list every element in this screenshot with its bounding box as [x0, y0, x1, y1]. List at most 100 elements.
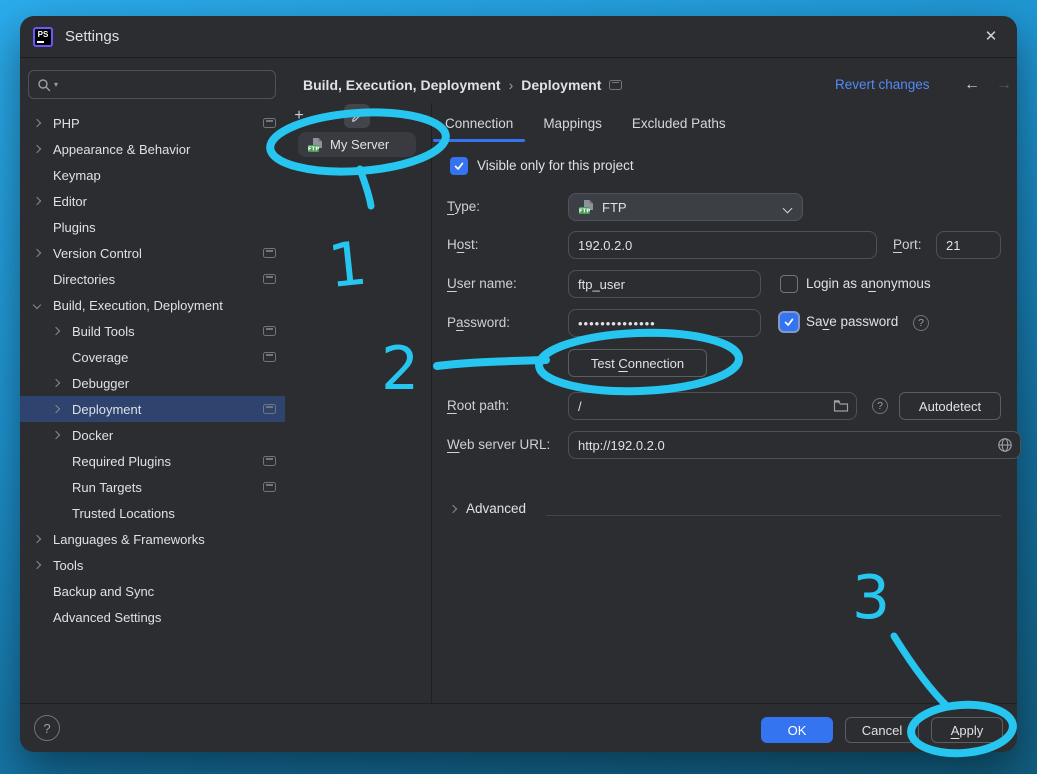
breadcrumb: Build, Execution, Deployment › Deploymen…: [303, 70, 622, 99]
chevron-right-icon[interactable]: [33, 197, 41, 205]
breadcrumb-item[interactable]: Deployment: [521, 77, 601, 93]
save-password-checkbox[interactable]: [780, 313, 798, 331]
tab-excluded-paths[interactable]: Excluded Paths: [632, 112, 726, 142]
sidebar-item-trusted-locations[interactable]: Trusted Locations: [20, 500, 285, 526]
svg-text:FTP: FTP: [308, 146, 319, 152]
project-level-badge-icon: [263, 248, 276, 258]
root-path-input[interactable]: [568, 392, 857, 420]
sidebar-item-label: Tools: [53, 558, 83, 573]
settings-search-box[interactable]: ▾: [28, 70, 276, 99]
sidebar-item-label: Trusted Locations: [72, 506, 175, 521]
cancel-button[interactable]: Cancel: [845, 717, 919, 743]
back-arrow-icon[interactable]: ←: [964, 70, 980, 99]
tab-connection[interactable]: Connection: [445, 112, 513, 142]
apply-button[interactable]: Apply: [931, 717, 1003, 743]
sidebar-item-label: Deployment: [72, 402, 141, 417]
sidebar-item-build-execution-deployment[interactable]: Build, Execution, Deployment: [20, 292, 285, 318]
sidebar-item-backup-and-sync[interactable]: Backup and Sync: [20, 578, 285, 604]
checkmark-icon: [783, 316, 795, 328]
root-path-label: Root path:: [447, 392, 509, 420]
sidebar-item-directories[interactable]: Directories: [20, 266, 285, 292]
chevron-right-icon[interactable]: [33, 249, 41, 257]
sidebar-item-plugins[interactable]: Plugins: [20, 214, 285, 240]
globe-icon[interactable]: [997, 437, 1013, 453]
chevron-down-icon[interactable]: [33, 301, 41, 309]
web-server-url-label: Web server URL:: [447, 431, 550, 459]
test-connection-button[interactable]: Test Connection: [568, 349, 707, 377]
sidebar-item-php[interactable]: PHP: [20, 110, 285, 136]
root-path-help-icon[interactable]: ?: [872, 398, 888, 414]
sidebar-item-label: Run Targets: [72, 480, 142, 495]
sidebar-item-keymap[interactable]: Keymap: [20, 162, 285, 188]
host-input[interactable]: [568, 231, 877, 259]
chevron-right-icon[interactable]: [52, 327, 60, 335]
folder-icon[interactable]: [833, 398, 849, 414]
settings-tree: PHP Appearance & Behavior Keymap Editor …: [20, 110, 285, 630]
sidebar-item-label: Version Control: [53, 246, 142, 261]
chevron-right-icon[interactable]: [33, 535, 41, 543]
chevron-right-icon[interactable]: [33, 561, 41, 569]
sidebar-item-label: Advanced Settings: [53, 610, 161, 625]
user-name-input[interactable]: [568, 270, 761, 298]
sidebar-item-coverage[interactable]: Coverage: [20, 344, 285, 370]
sidebar-item-deployment[interactable]: Deployment: [20, 396, 285, 422]
save-password-label: Save password: [806, 314, 898, 329]
password-input[interactable]: [568, 309, 761, 337]
revert-changes-link[interactable]: Revert changes: [835, 70, 930, 99]
sidebar-item-run-targets[interactable]: Run Targets: [20, 474, 285, 500]
chevron-right-icon[interactable]: [52, 431, 60, 439]
user-name-label: User name:: [447, 270, 517, 298]
phpstorm-logo-icon: PS: [33, 27, 53, 47]
chevron-right-icon[interactable]: [33, 119, 41, 127]
title-bar: PS Settings ✕: [20, 16, 1017, 58]
search-history-caret-icon[interactable]: ▾: [54, 80, 58, 89]
sidebar-item-label: Appearance & Behavior: [53, 142, 190, 157]
chevron-right-icon[interactable]: [52, 379, 60, 387]
remove-server-button[interactable]: −: [316, 105, 338, 127]
search-input[interactable]: [61, 77, 267, 92]
save-password-help-icon[interactable]: ?: [913, 315, 929, 331]
sidebar-item-languages-frameworks[interactable]: Languages & Frameworks: [20, 526, 285, 552]
server-item-label: My Server: [330, 137, 389, 152]
chevron-right-icon[interactable]: [33, 145, 41, 153]
svg-text:FTP: FTP: [579, 208, 590, 214]
project-level-badge-icon: [263, 274, 276, 284]
sidebar-item-required-plugins[interactable]: Required Plugins: [20, 448, 285, 474]
sidebar-item-advanced-settings[interactable]: Advanced Settings: [20, 604, 285, 630]
web-server-url-field: [568, 431, 1021, 459]
sidebar-item-editor[interactable]: Editor: [20, 188, 285, 214]
add-server-button[interactable]: +: [288, 105, 310, 127]
project-level-badge-icon: [263, 456, 276, 466]
sidebar-item-debugger[interactable]: Debugger: [20, 370, 285, 396]
checkmark-icon: [453, 160, 465, 172]
ok-button[interactable]: OK: [761, 717, 833, 743]
visible-only-checkbox[interactable]: [450, 157, 468, 175]
sidebar-item-label: Backup and Sync: [53, 584, 154, 599]
panel-divider: [431, 103, 432, 703]
tab-mappings[interactable]: Mappings: [543, 112, 602, 142]
project-level-badge-icon: [263, 482, 276, 492]
autodetect-button[interactable]: Autodetect: [899, 392, 1001, 420]
help-button[interactable]: ?: [34, 715, 60, 741]
login-anonymous-checkbox[interactable]: [780, 275, 798, 293]
close-icon[interactable]: ✕: [981, 27, 1001, 47]
edit-server-button[interactable]: [344, 104, 370, 128]
sidebar-item-appearance-behavior[interactable]: Appearance & Behavior: [20, 136, 285, 162]
sidebar-item-label: Coverage: [72, 350, 128, 365]
web-server-url-input[interactable]: [568, 431, 1021, 459]
ftp-server-icon: FTP: [307, 137, 324, 153]
sidebar-item-tools[interactable]: Tools: [20, 552, 285, 578]
search-icon: [37, 78, 51, 92]
sidebar-item-build-tools[interactable]: Build Tools: [20, 318, 285, 344]
ftp-type-icon: FTP: [578, 199, 595, 215]
breadcrumb-item[interactable]: Build, Execution, Deployment: [303, 77, 501, 93]
type-dropdown[interactable]: FTP FTP: [568, 193, 803, 221]
port-input[interactable]: [936, 231, 1001, 259]
sidebar-item-version-control[interactable]: Version Control: [20, 240, 285, 266]
chevron-right-icon[interactable]: [52, 405, 60, 413]
server-list-item-my-server[interactable]: FTP My Server: [298, 132, 416, 157]
advanced-section-toggle[interactable]: Advanced: [450, 501, 526, 516]
deployment-tabs: Connection Mappings Excluded Paths: [445, 112, 726, 142]
sidebar-item-label: PHP: [53, 116, 80, 131]
sidebar-item-docker[interactable]: Docker: [20, 422, 285, 448]
